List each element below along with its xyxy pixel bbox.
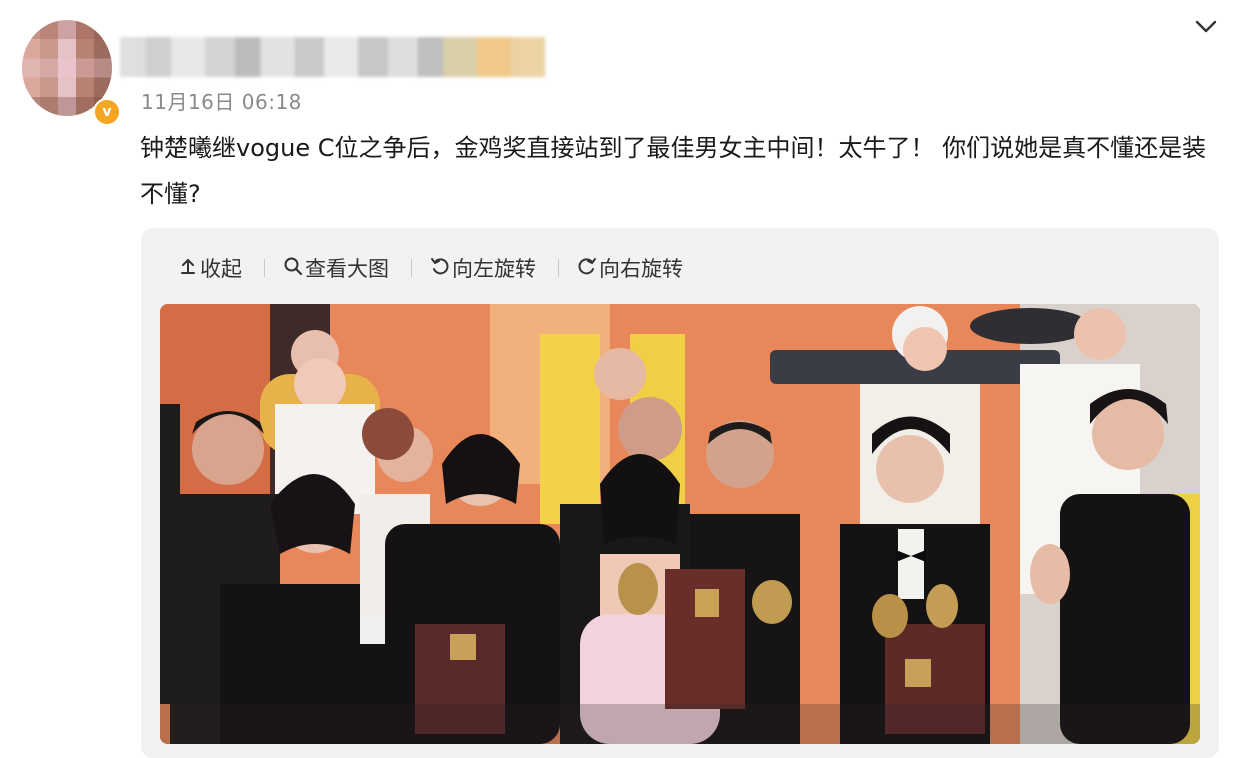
chevron-down-icon[interactable] (1193, 14, 1219, 38)
rotate-right-button[interactable]: 向右旋转 (577, 253, 683, 283)
view-large-button[interactable]: 查看大图 (283, 253, 389, 283)
post-timestamp[interactable]: 11月16日 06:18 (141, 86, 302, 115)
collapse-icon (178, 256, 198, 281)
rotate-left-icon (430, 256, 450, 281)
rotate-left-button[interactable]: 向左旋转 (430, 253, 536, 283)
award-ceremony-photo (160, 304, 1200, 744)
image-toolbar: 收起 查看大图 向左旋转 向右旋转 (178, 248, 683, 288)
view-large-label: 查看大图 (305, 257, 389, 281)
divider (411, 259, 412, 277)
divider (264, 259, 265, 277)
rotate-right-icon (577, 256, 597, 281)
verified-badge-icon: v (93, 98, 121, 126)
post-text: 钟楚曦继vogue C位之争后，金鸡奖直接站到了最佳男女主中间！太牛了！ 你们说… (140, 134, 1207, 208)
post-photo[interactable] (160, 304, 1200, 744)
collapse-label: 收起 (200, 257, 242, 281)
divider (558, 259, 559, 277)
collapse-button[interactable]: 收起 (178, 253, 242, 283)
search-icon (283, 256, 303, 281)
username-blurred[interactable] (120, 37, 545, 77)
rotate-left-label: 向左旋转 (452, 257, 536, 281)
rotate-right-label: 向右旋转 (599, 257, 683, 281)
